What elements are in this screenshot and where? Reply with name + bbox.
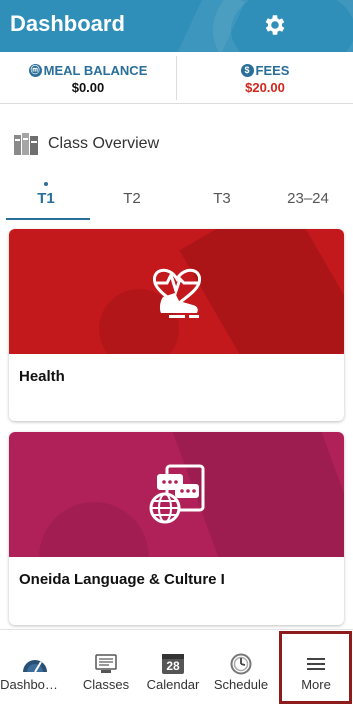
calendar-day: 28	[166, 659, 180, 673]
gear-icon[interactable]	[262, 12, 288, 38]
heart-rate-shoe-icon	[152, 268, 202, 318]
tab-23-24[interactable]: 23–24	[268, 190, 348, 207]
more-highlight-box	[279, 631, 352, 704]
banner-decoration	[39, 502, 149, 557]
classes-icon	[95, 653, 117, 675]
active-tab-underline	[6, 218, 90, 220]
nav-calendar[interactable]: 28 Calendar	[140, 630, 206, 704]
class-card-health[interactable]: Health	[9, 229, 344, 421]
tab-t1[interactable]: T1	[6, 190, 86, 207]
class-name: Oneida Language & Culture I	[19, 571, 225, 588]
term-tabs: T1 T2 T3 23–24	[0, 176, 353, 220]
nav-schedule[interactable]: Schedule	[208, 630, 274, 704]
language-globe-chat-icon	[149, 464, 205, 524]
class-overview-title: Class Overview	[48, 135, 160, 152]
dollar-icon: $	[240, 64, 254, 77]
fees-balance[interactable]: $ FEES $20.00	[177, 60, 353, 95]
meal-balance[interactable]: ⓜ MEAL BALANCE $0.00	[0, 60, 176, 95]
app-header: Dashboard	[0, 0, 353, 52]
fees-label-row: $ FEES	[240, 63, 290, 78]
dashboard-icon	[22, 653, 48, 675]
books-icon	[14, 133, 38, 155]
meal-coin-icon: ⓜ	[28, 64, 42, 77]
page-title: Dashboard	[10, 11, 125, 36]
meal-balance-value: $0.00	[71, 80, 105, 95]
tab-t3[interactable]: T3	[182, 190, 262, 207]
class-name: Health	[19, 368, 65, 385]
nav-label: Classes	[82, 677, 130, 692]
class-card-banner	[9, 432, 344, 557]
active-tab-indicator-dot	[44, 182, 48, 186]
nav-label: Schedule	[213, 677, 269, 692]
tab-t2[interactable]: T2	[92, 190, 172, 207]
fees-label: FEES	[255, 63, 290, 78]
nav-dashboard[interactable]: Dashbo…	[0, 630, 70, 704]
meal-balance-label-row: ⓜ MEAL BALANCE	[28, 63, 148, 78]
calendar-icon: 28	[162, 653, 184, 675]
nav-classes[interactable]: Classes	[74, 630, 138, 704]
nav-label: Dashbo…	[0, 677, 58, 692]
meal-balance-label: MEAL BALANCE	[43, 63, 148, 78]
schedule-icon	[230, 653, 252, 675]
nav-label: Calendar	[146, 677, 200, 692]
balance-bar: ⓜ MEAL BALANCE $0.00 $ FEES $20.00	[0, 52, 353, 104]
class-card-oneida-language[interactable]: Oneida Language & Culture I	[9, 432, 344, 625]
class-card-banner	[9, 229, 344, 354]
fees-value: $20.00	[245, 80, 285, 95]
class-overview-header: Class Overview	[14, 130, 159, 158]
